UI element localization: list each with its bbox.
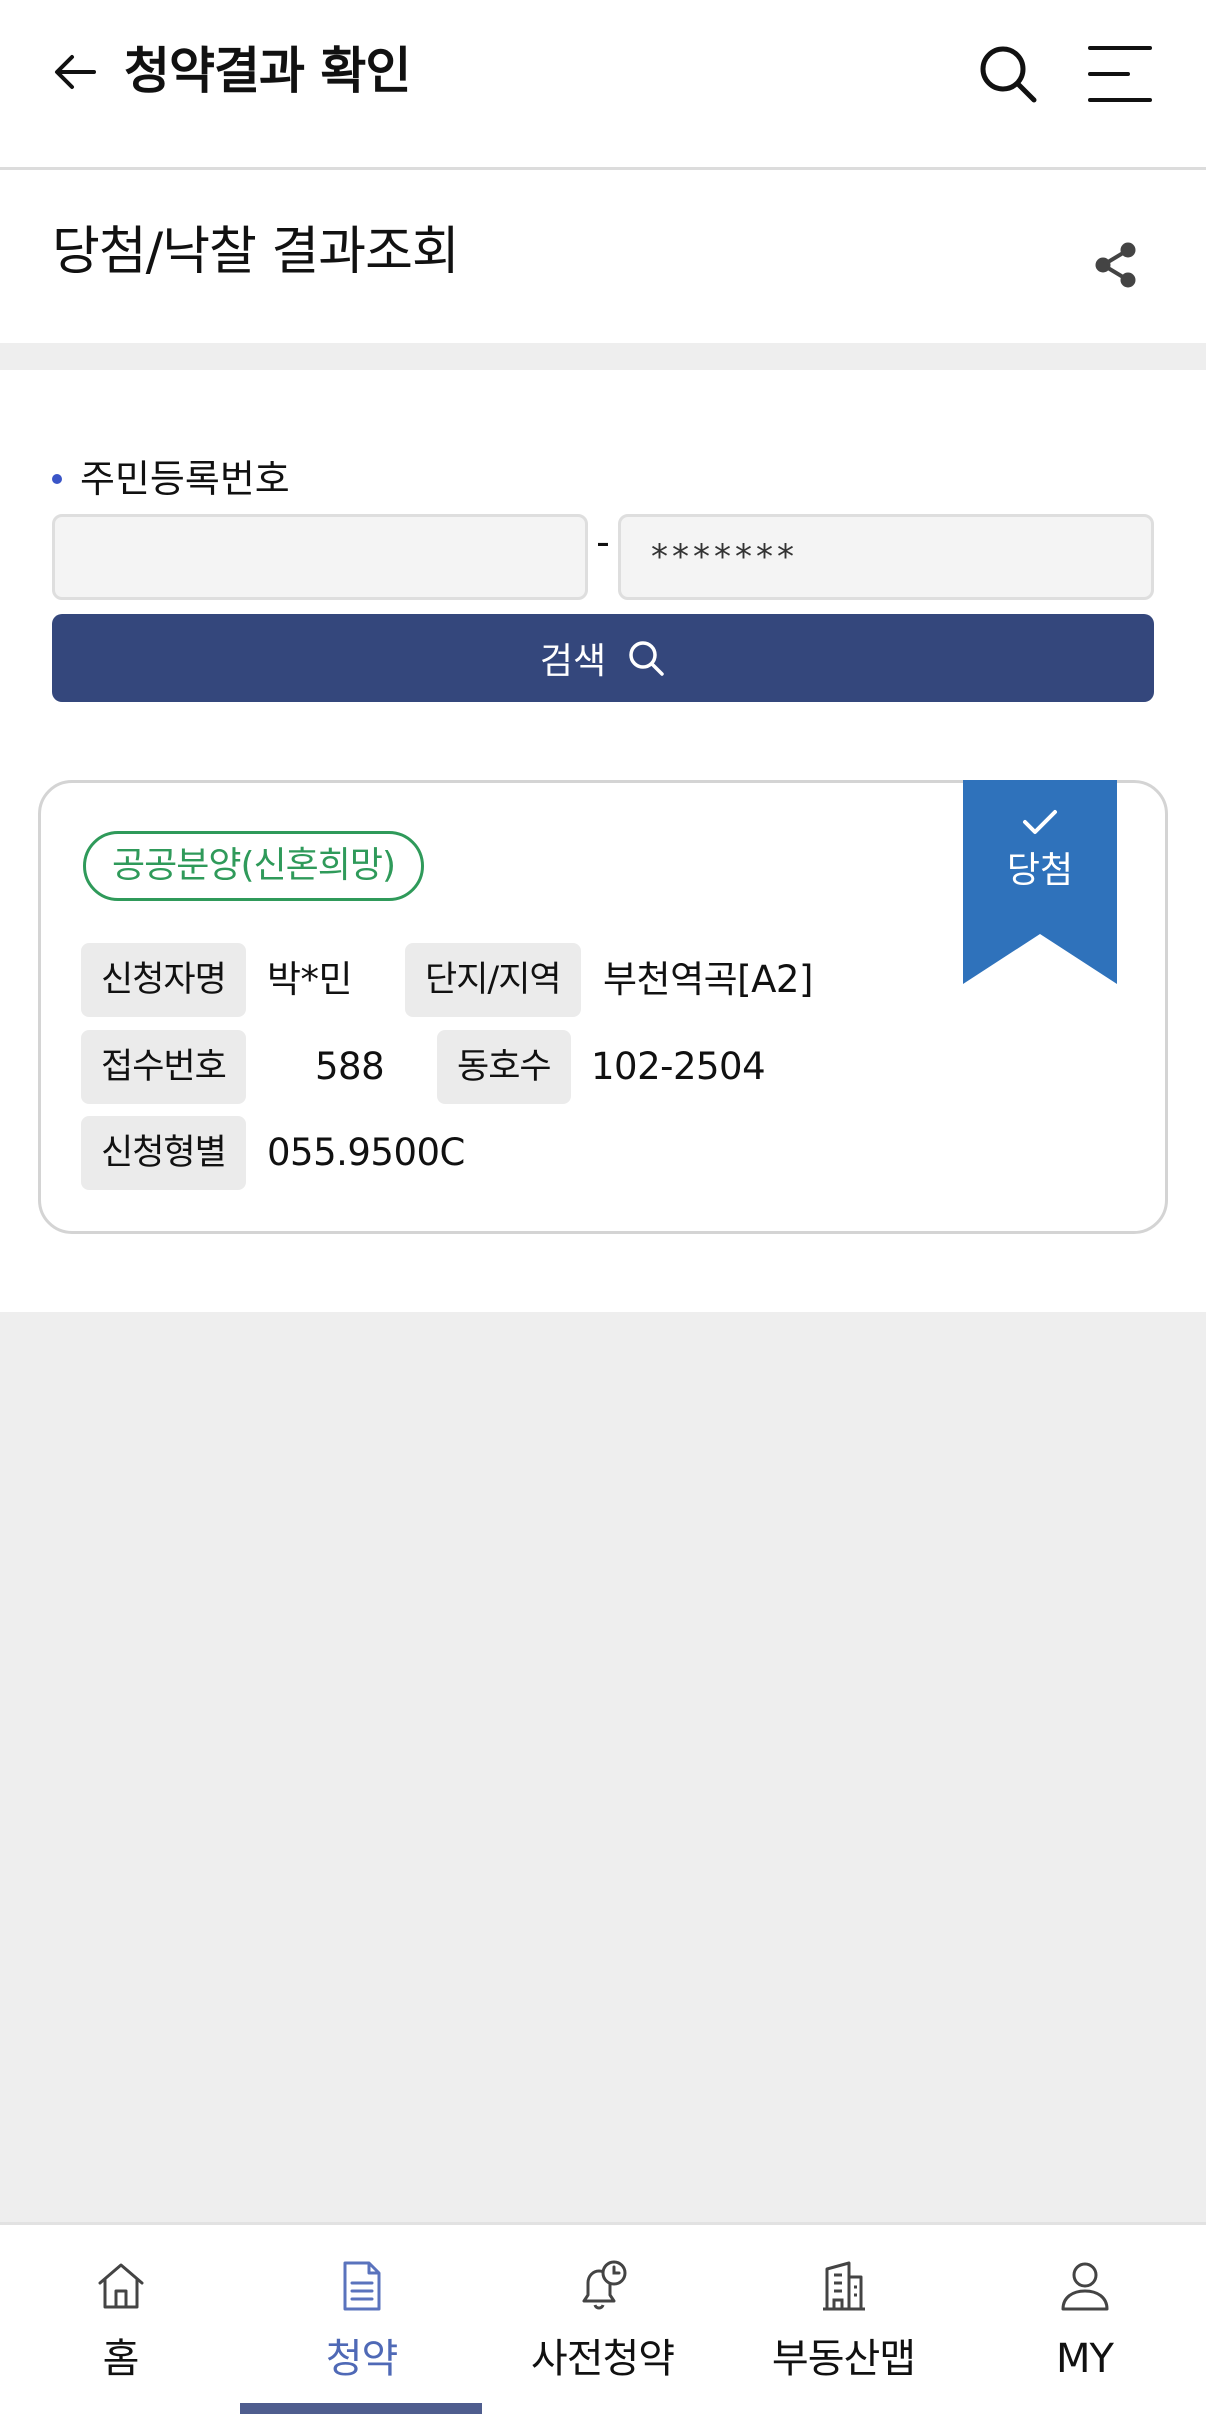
check-icon: [1023, 810, 1057, 834]
rrn-label-text: 주민등록번호: [80, 457, 290, 501]
status-ribbon: 당첨: [963, 780, 1117, 984]
rrn-back-input[interactable]: [618, 514, 1154, 600]
hamburger-menu-icon: [1088, 46, 1152, 102]
rrn-front-input[interactable]: [52, 514, 588, 600]
arrow-left-icon: [55, 55, 96, 89]
search-icon: [629, 641, 664, 676]
nav-item-my[interactable]: MY: [964, 2225, 1205, 2414]
menu-button[interactable]: [1088, 44, 1152, 104]
type-value: 055.9500C: [267, 1131, 465, 1174]
complex-label: 단지/지역: [405, 943, 581, 1017]
unit-value: 102-2504: [591, 1045, 766, 1088]
complex-value: 부천역곡[A2]: [603, 958, 813, 1001]
nav-label-pre-subscription: 사전청약: [530, 2336, 675, 2382]
bottom-nav: 홈 청약 사전청약 부동산맵 MY: [0, 2222, 1206, 2414]
document-icon: [343, 2261, 381, 2311]
result-card[interactable]: 공공분양(신혼희망) 당첨 신청자명 박*민 단지/지역 부천역곡[A2] 접수…: [38, 780, 1168, 1234]
nav-item-realestate-map[interactable]: 부동산맵: [723, 2225, 964, 2414]
user-icon: [1061, 2262, 1109, 2311]
nav-label-subscription: 청약: [325, 2336, 399, 2382]
nav-label-home: 홈: [102, 2336, 140, 2382]
share-button[interactable]: [1092, 241, 1140, 289]
nav-active-indicator: [240, 2403, 482, 2414]
bell-clock-icon: [582, 2260, 627, 2310]
status-label: 당첨: [1006, 850, 1074, 891]
rrn-separator: -: [596, 520, 610, 564]
receipt-label: 접수번호: [81, 1030, 246, 1104]
nav-item-home[interactable]: 홈: [0, 2225, 241, 2414]
search-icon: [980, 46, 1037, 103]
category-badge: 공공분양(신혼희망): [83, 831, 425, 901]
home-icon: [98, 2263, 144, 2309]
section-header: 당첨/낙찰 결과조회: [0, 173, 1206, 343]
nav-label-realestate-map: 부동산맵: [771, 2336, 916, 2382]
page-title: 청약결과 확인: [124, 42, 411, 100]
share-icon: [1095, 242, 1136, 288]
unit-label: 동호수: [437, 1030, 571, 1104]
applicant-label: 신청자명: [81, 943, 246, 1017]
empty-area: [0, 1312, 1206, 2222]
applicant-value: 박*민: [267, 958, 353, 1001]
back-button[interactable]: [48, 44, 104, 100]
receipt-value: 588: [315, 1045, 385, 1088]
building-icon: [823, 2261, 865, 2311]
search-submit-label: 검색: [539, 641, 607, 682]
nav-label-my: MY: [1056, 2336, 1114, 2382]
search-button[interactable]: [976, 42, 1040, 106]
nav-item-pre-subscription[interactable]: 사전청약: [482, 2225, 723, 2414]
bullet-icon: [52, 473, 62, 484]
rrn-label: 주민등록번호: [52, 452, 290, 506]
section-title: 당첨/낙찰 결과조회: [52, 222, 460, 282]
app-header: 청약결과 확인: [0, 0, 1206, 170]
search-submit-button[interactable]: 검색: [52, 614, 1154, 702]
type-label: 신청형별: [81, 1116, 246, 1190]
nav-item-subscription[interactable]: 청약: [241, 2225, 482, 2414]
section-divider: [0, 343, 1206, 370]
